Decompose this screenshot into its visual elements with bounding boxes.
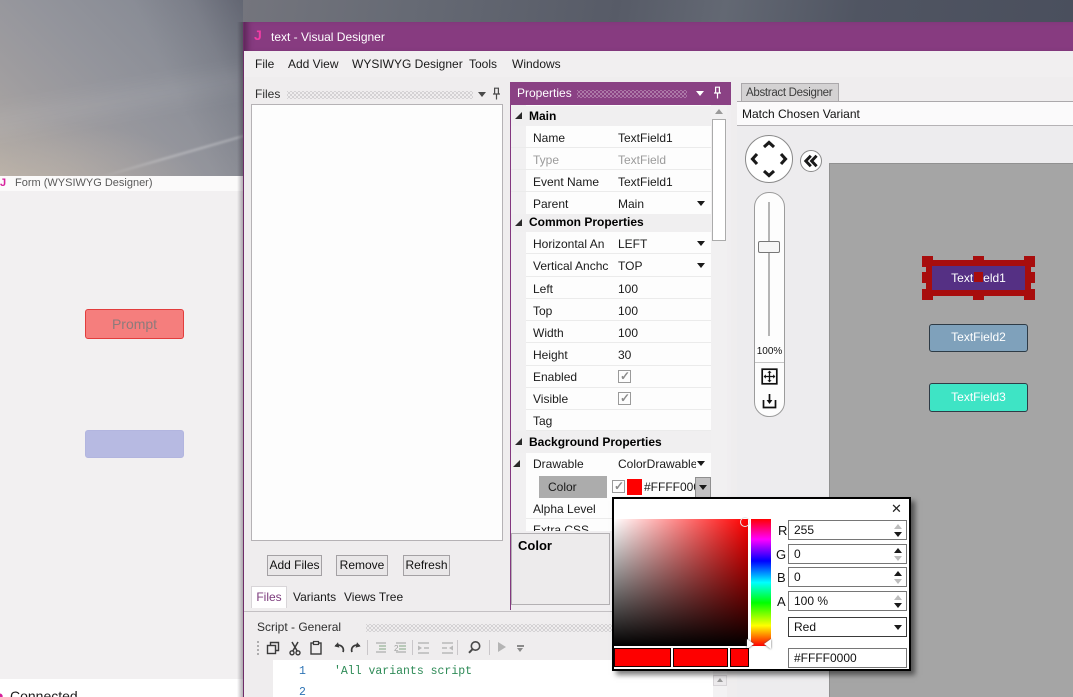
svg-text:2: 2 — [394, 644, 399, 653]
